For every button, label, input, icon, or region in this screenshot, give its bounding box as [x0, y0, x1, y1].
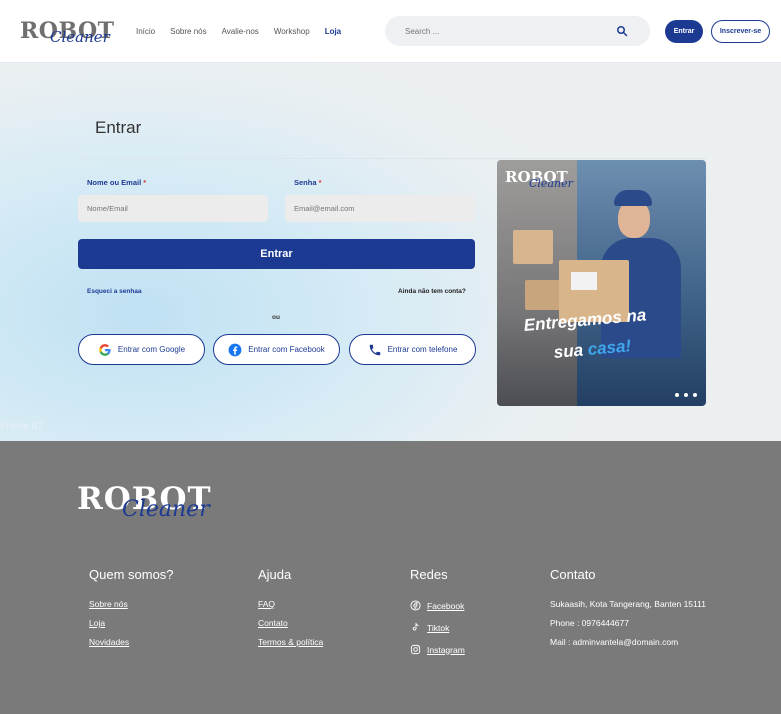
header-login-button[interactable]: Entrar	[665, 20, 703, 43]
password-label: Senha *	[294, 178, 322, 187]
carousel-dot[interactable]	[693, 393, 697, 397]
brand-logo[interactable]: ROBOT Cleaner	[20, 16, 114, 50]
footer-help-title: Ajuda	[258, 567, 292, 582]
email-field[interactable]	[78, 195, 268, 222]
login-title: Entrar	[95, 118, 142, 137]
forgot-password-link[interactable]: Esqueci a senhaa	[87, 288, 142, 295]
promo-box-graphic	[513, 230, 553, 264]
phone-icon	[369, 344, 380, 355]
required-mark: *	[143, 178, 147, 187]
email-label-text: Nome ou Email	[87, 178, 142, 187]
footer-link-faq[interactable]: FAQ	[258, 599, 323, 609]
footer-address: Sukaasih, Kota Tangerang, Banten 15111	[550, 599, 706, 609]
footer-link-tiktok[interactable]: Tiktok	[410, 621, 465, 634]
site-header: ROBOT Cleaner Início Sobre nós Avalie-no…	[0, 0, 781, 63]
footer-help-column: Ajuda FAQ Contato Termos & política	[258, 567, 323, 656]
main-nav: Início Sobre nós Avalie-nos Workshop Loj…	[136, 27, 341, 36]
footer-facebook-label: Facebook	[427, 600, 465, 611]
footer-email: Mail : adminvantela@domain.com	[550, 637, 679, 647]
phone-login-button[interactable]: Entrar com telefone	[349, 334, 476, 365]
footer-contact-column: Contato Sukaasih, Kota Tangerang, Banten…	[550, 567, 706, 656]
carousel-dots	[675, 393, 697, 397]
footer-about-column: Quem somos? Sobre nós Loja Novidades	[89, 567, 174, 656]
site-footer: ROBOT Cleaner Quem somos? Sobre nós Loja…	[0, 441, 781, 714]
google-login-label: Entrar com Google	[117, 345, 186, 354]
required-mark: *	[318, 178, 322, 187]
footer-link-novidades[interactable]: Novidades	[89, 637, 174, 647]
footer-link-loja[interactable]: Loja	[89, 618, 174, 628]
password-label-text: Senha	[294, 178, 317, 187]
facebook-login-button[interactable]: Entrar com Facebook	[213, 334, 340, 365]
footer-social-column: Redes Facebook Tiktok Instagram	[410, 567, 465, 665]
password-field[interactable]	[285, 195, 475, 222]
footer-contact-title: Contato	[550, 567, 596, 582]
nav-item-workshop[interactable]: Workshop	[274, 27, 310, 36]
promo-box-graphic	[525, 280, 561, 310]
footer-logo[interactable]: ROBOT Cleaner	[77, 481, 217, 523]
footer-link-instagram[interactable]: Instagram	[410, 643, 465, 656]
footer-instagram-label: Instagram	[427, 644, 465, 655]
promo-headline-line2-a: sua	[553, 340, 589, 362]
login-submit-button[interactable]: Entrar	[78, 239, 475, 269]
footer-link-sobre-nos[interactable]: Sobre nós	[89, 599, 174, 609]
email-label: Nome ou Email *	[87, 178, 146, 187]
footer-link-contato[interactable]: Contato	[258, 618, 323, 628]
promo-logo: ROBOT Cleaner	[505, 168, 573, 190]
nav-item-avalie-nos[interactable]: Avalie-nos	[222, 27, 259, 36]
promo-headline-line2-b: casa!	[586, 336, 632, 359]
search-bar	[385, 16, 650, 46]
no-account-link[interactable]: Ainda não tem conta?	[398, 288, 466, 295]
carousel-dot[interactable]	[675, 393, 679, 397]
nav-item-sobre-nos[interactable]: Sobre nós	[170, 27, 206, 36]
google-login-button[interactable]: Entrar com Google	[78, 334, 205, 365]
or-separator: ou	[272, 314, 280, 321]
nav-item-loja[interactable]: Loja	[325, 27, 341, 36]
footer-about-title: Quem somos?	[89, 567, 174, 582]
phone-login-label: Entrar com telefone	[387, 345, 458, 354]
footer-tiktok-label: Tiktok	[427, 622, 450, 633]
facebook-icon	[228, 343, 242, 356]
tiktok-icon	[412, 622, 419, 631]
carousel-dot[interactable]	[684, 393, 688, 397]
search-input[interactable]	[405, 24, 605, 38]
frame-label: Frame 87	[0, 421, 43, 432]
promo-banner[interactable]: ROBOT Cleaner Entregamos na sua casa!	[497, 160, 706, 406]
facebook-login-label: Entrar com Facebook	[248, 345, 325, 354]
footer-social-title: Redes	[410, 567, 448, 582]
footer-phone: Phone : 0976444677	[550, 618, 629, 628]
logo-word-cleaner: Cleaner	[50, 28, 110, 46]
nav-item-inicio[interactable]: Início	[136, 27, 155, 36]
header-signup-button[interactable]: Inscrever-se	[711, 20, 770, 43]
instagram-icon	[410, 644, 421, 655]
facebook-icon	[410, 600, 421, 611]
divider	[78, 158, 706, 159]
promo-person-cap	[614, 190, 652, 206]
footer-link-facebook[interactable]: Facebook	[410, 599, 465, 612]
google-icon	[99, 343, 111, 356]
footer-logo-word-cleaner: Cleaner	[122, 497, 210, 522]
search-icon[interactable]	[616, 25, 628, 37]
footer-link-termos[interactable]: Termos & política	[258, 637, 323, 647]
promo-logo-word-cleaner: Cleaner	[529, 177, 573, 190]
